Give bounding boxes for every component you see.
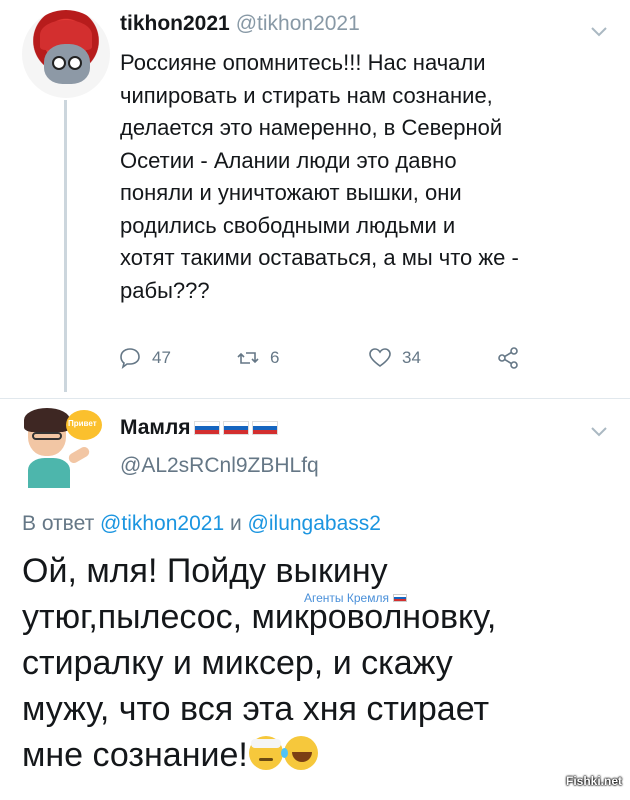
tweet-text-line: родились свободными людьми и <box>120 212 456 238</box>
like-count: 34 <box>402 348 421 367</box>
watermark: Fishki.net <box>566 774 623 788</box>
rolling-laughing-emoji-icon <box>280 736 318 770</box>
display-name[interactable]: tikhon2021 <box>120 12 230 35</box>
thread-connector-line <box>64 100 67 392</box>
russia-flag-icon <box>392 594 407 602</box>
tweet-text-line: хотят такими оставаться, а мы что же - <box>120 245 519 270</box>
overlay-caption: Агенты Кремля <box>304 591 407 605</box>
reply-icon <box>120 348 140 369</box>
mention-link[interactable]: @ilungabass2 <box>248 512 381 535</box>
avatar-hair-shape <box>24 408 70 432</box>
like-button[interactable]: 34 <box>368 346 421 370</box>
russia-flag-icon <box>222 421 249 435</box>
retweet-count: 6 <box>270 348 280 367</box>
share-button[interactable] <box>496 346 530 370</box>
tweet-text-line: чипировать и стирать нам сознание, <box>120 82 493 108</box>
tweet-text-line: мне сознание! <box>22 732 602 778</box>
reply-conjunction: и <box>229 512 242 535</box>
chevron-down-icon[interactable] <box>590 422 608 443</box>
avatar-body-shape <box>28 458 70 488</box>
tweet-text: Ой, мля! Пойду выкину утюг,пылесос, микр… <box>22 548 602 778</box>
retweet-button[interactable]: 6 <box>236 346 279 370</box>
share-icon <box>498 347 518 369</box>
avatar-bubble-text: Привет <box>68 419 97 428</box>
reply-prefix: В ответ <box>22 512 95 535</box>
chevron-down-icon[interactable] <box>590 22 608 43</box>
tweet-text-line: Осетии - Алании люди это давно <box>120 147 457 173</box>
user-handle[interactable]: @AL2sRCnl9ZBHLfq <box>120 454 319 478</box>
tweet-text-line: Россияне опомнитесь!!! Нас начали <box>120 50 486 75</box>
tweet-divider <box>0 398 630 399</box>
tweet-text-line: мужу, что вся эта хня стирает <box>22 690 490 728</box>
reply-count: 47 <box>152 348 171 367</box>
user-handle[interactable]: @tikhon2021 <box>236 12 360 35</box>
russia-flag-icon <box>193 421 220 435</box>
reply-context: В ответ @tikhon2021 и @ilungabass2 <box>22 512 381 536</box>
tweet-text-line: рабы??? <box>120 277 210 303</box>
tweet-text-line-end: мне сознание! <box>22 736 248 774</box>
reply-button[interactable]: 47 <box>118 346 171 370</box>
russia-flag-icon <box>251 421 278 435</box>
overlay-caption-text: Агенты Кремля <box>304 591 389 605</box>
tweet-header: tikhon2021 @tikhon2021 <box>120 12 360 36</box>
tweet-text-line: стиралку и миксер, и скажу <box>22 644 453 682</box>
mention-link[interactable]: @tikhon2021 <box>100 512 224 535</box>
bandaged-face-emoji-icon <box>248 736 283 770</box>
tweet-text: Россияне опомнитесь!!! Нас начали чипиро… <box>120 47 610 307</box>
avatar-speech-bubble: Привет <box>66 410 102 440</box>
avatar-glasses-shape <box>32 432 62 440</box>
avatar-cat-shape <box>44 44 90 84</box>
tweet-text-line: поняли и уничтожают вышки, они <box>120 180 462 205</box>
avatar[interactable]: Привет <box>22 408 102 488</box>
tweet-text-line: делается это намеренно, в Северной <box>120 115 503 140</box>
tweet-original: tikhon2021 @tikhon2021 Россияне опомнитес… <box>0 0 630 400</box>
avatar-arm-shape <box>66 445 92 465</box>
tweet-text-line: Ой, мля! Пойду выкину <box>22 552 388 590</box>
retweet-icon <box>237 352 259 364</box>
display-name[interactable]: Мамля <box>120 416 278 440</box>
like-icon <box>369 348 391 367</box>
tweet-actions: 47 6 34 <box>118 346 538 374</box>
display-name-text: Мамля <box>120 416 191 439</box>
avatar[interactable] <box>22 10 110 98</box>
